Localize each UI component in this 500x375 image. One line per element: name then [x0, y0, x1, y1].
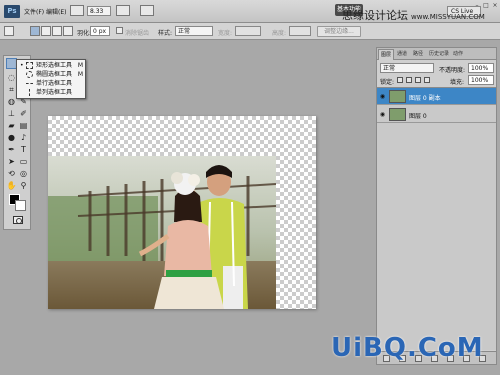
watermark-bottom: UiBQ.CoM — [331, 333, 484, 363]
feather-label: 羽化: — [77, 30, 92, 37]
fill-input[interactable]: 100% — [468, 75, 494, 85]
tab-channels[interactable]: 通道 — [397, 50, 407, 57]
rectangular-marquee-icon — [26, 62, 33, 69]
single-row-marquee-icon — [26, 80, 33, 84]
flyout-item-single-column-marquee[interactable]: 单列选框工具 — [19, 88, 85, 97]
lock-transparency-icon[interactable] — [397, 77, 403, 83]
rectangle-tool-icon[interactable]: ▭ — [18, 156, 29, 167]
blur-tool-icon[interactable]: ● — [6, 132, 17, 143]
intersect-selection-icon[interactable] — [63, 26, 73, 36]
tab-actions[interactable]: 动作 — [453, 50, 463, 57]
elliptical-marquee-icon — [26, 71, 33, 78]
layers-panel-tabs: 图层 通道 路径 历史记录 动作 — [377, 48, 496, 60]
layer-name: 图层 0 — [409, 113, 427, 120]
watermark-top-url: www.MISSYUAN.COM — [411, 13, 485, 21]
height-input[interactable] — [289, 26, 311, 36]
3d-orbit-tool-icon[interactable]: ◎ — [18, 168, 29, 179]
flyout-item-single-row-marquee[interactable]: 单行选框工具 — [19, 79, 85, 88]
photoshop-logo: Ps — [4, 5, 20, 18]
close-icon[interactable]: × — [491, 2, 499, 10]
tab-layers[interactable]: 图层 — [378, 49, 395, 60]
flyout-label: 椭圆选框工具 — [36, 71, 73, 78]
subtract-selection-icon[interactable] — [52, 26, 62, 36]
tool-preset-icon[interactable] — [4, 26, 14, 36]
style-select[interactable]: 正常 — [175, 26, 213, 36]
type-tool-icon[interactable]: T — [18, 144, 29, 155]
zoom-tool-icon[interactable]: ⚲ — [18, 180, 29, 191]
style-label: 样式: — [158, 30, 173, 37]
watermark-top-text: 思缘设计论坛 — [342, 9, 408, 22]
antialias-checkbox[interactable] — [116, 27, 123, 34]
watermark-top: 思缘设计论坛 www.MISSYUAN.COM — [342, 7, 485, 23]
menu-bar: Ps 文件(F) 编辑(E) 8.33 基本功能 思缘设计论坛 www.MISSY… — [0, 0, 500, 23]
menu-file[interactable]: 文件(F) — [24, 7, 44, 16]
pen-tool-icon[interactable]: ✒ — [6, 144, 17, 155]
lock-position-icon[interactable] — [415, 77, 421, 83]
height-label: 高度: — [272, 30, 287, 37]
clone-stamp-tool-icon[interactable]: ⊥ — [6, 108, 17, 119]
launch-bridge-icon[interactable] — [70, 5, 84, 16]
couple-photo — [48, 156, 276, 309]
flyout-shortcut: M — [77, 62, 83, 69]
refine-edge-button[interactable]: 调整边缘... — [317, 26, 361, 37]
menu-edit[interactable]: 编辑(E) — [46, 7, 66, 16]
layer-thumbnail — [389, 108, 406, 121]
flyout-label: 单行选框工具 — [36, 80, 73, 87]
blend-mode-select[interactable]: 正常 — [380, 63, 434, 73]
opacity-input[interactable]: 100% — [468, 63, 494, 73]
layer-thumbnail — [389, 90, 406, 103]
add-selection-icon[interactable] — [41, 26, 51, 36]
width-label: 宽度: — [218, 30, 233, 37]
flyout-item-rectangular-marquee[interactable]: • 矩形选框工具 M — [19, 61, 85, 70]
opacity-label: 不透明度: — [439, 67, 466, 74]
zoom-level[interactable]: 8.33 — [87, 6, 111, 16]
single-column-marquee-icon — [29, 89, 36, 96]
flyout-label: 单列选框工具 — [36, 89, 73, 96]
selected-dot-icon: • — [20, 62, 24, 69]
flyout-label: 矩形选框工具 — [36, 62, 73, 69]
hand-tool-icon[interactable]: ✋ — [6, 180, 17, 191]
fill-label: 填充: — [450, 79, 465, 86]
gradient-tool-icon[interactable]: ▤ — [18, 120, 29, 131]
layers-panel: 图层 通道 路径 历史记录 动作 正常 不透明度: 100% 锁定: 填充: 1… — [376, 47, 497, 365]
path-selection-tool-icon[interactable]: ➤ — [6, 156, 17, 167]
tab-paths[interactable]: 路径 — [413, 50, 423, 57]
flyout-item-elliptical-marquee[interactable]: 椭圆选框工具 M — [19, 70, 85, 79]
new-selection-icon[interactable] — [30, 26, 40, 36]
document-canvas[interactable] — [48, 116, 316, 309]
layer-row-copy[interactable]: ◉ 图层 0 副本 — [377, 88, 496, 105]
width-input[interactable] — [235, 26, 261, 36]
tab-history[interactable]: 历史记录 — [429, 50, 449, 57]
marquee-tool-flyout: • 矩形选框工具 M 椭圆选框工具 M 单行选框工具 单列选框工具 — [16, 59, 86, 99]
layer-name: 图层 0 副本 — [409, 95, 441, 102]
visibility-eye-icon[interactable]: ◉ — [379, 111, 386, 118]
layer-row-base[interactable]: ◉ 图层 0 — [377, 106, 496, 123]
photoshop-window: Ps 文件(F) 编辑(E) 8.33 基本功能 思缘设计论坛 www.MISSY… — [0, 0, 500, 375]
eraser-tool-icon[interactable]: ▰ — [6, 120, 17, 131]
visibility-eye-icon[interactable]: ◉ — [379, 93, 386, 100]
flyout-shortcut: M — [77, 71, 83, 78]
layers-list: ◉ 图层 0 副本 ◉ 图层 0 — [377, 87, 496, 350]
arrange-documents-icon[interactable] — [140, 5, 154, 16]
options-bar: 羽化: 0 px 消除锯齿 样式: 正常 宽度: 高度: 调整边缘... — [0, 23, 500, 40]
feather-input[interactable]: 0 px — [90, 26, 110, 36]
lock-image-icon[interactable] — [406, 77, 412, 83]
history-brush-tool-icon[interactable]: ✐ — [18, 108, 29, 119]
antialias-label: 消除锯齿 — [125, 30, 150, 37]
dodge-tool-icon[interactable]: ♪ — [18, 132, 29, 143]
lock-label: 锁定: — [380, 79, 395, 86]
3d-rotate-tool-icon[interactable]: ⟲ — [6, 168, 17, 179]
quick-mask-icon[interactable] — [13, 216, 23, 224]
lock-all-icon[interactable] — [424, 77, 430, 83]
hand-tool-icon[interactable] — [116, 5, 130, 16]
background-color-swatch[interactable] — [15, 200, 26, 211]
